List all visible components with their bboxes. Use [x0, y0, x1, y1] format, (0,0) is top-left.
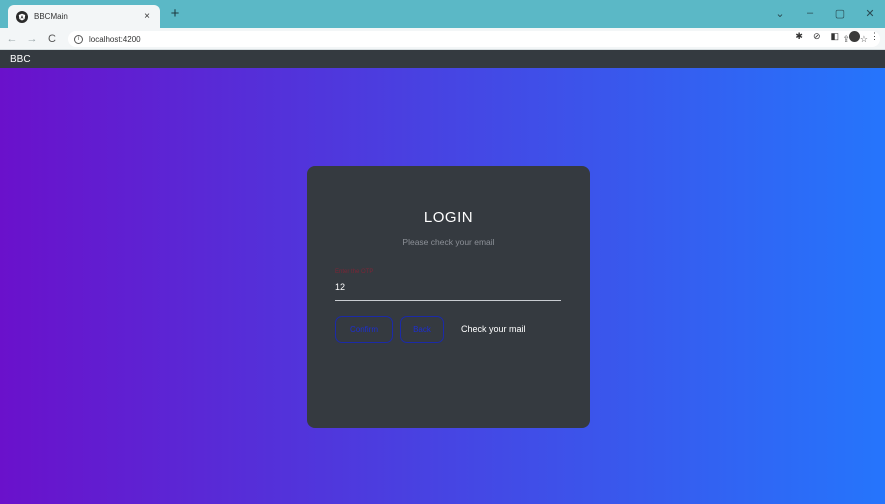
login-title: LOGIN: [423, 209, 474, 226]
otp-input[interactable]: [335, 280, 561, 294]
login-subtitle: Please check your email: [402, 237, 495, 247]
forward-arrow-icon[interactable]: →: [24, 33, 40, 45]
brand-logo[interactable]: BBC: [10, 54, 31, 65]
extension-icons: ✱ ⊘ ◧ ⋮: [795, 31, 879, 42]
otp-label: Enter the OTP: [335, 269, 374, 275]
browser-tab[interactable]: BBCMain ×: [8, 5, 160, 28]
tab-title: BBCMain: [34, 12, 68, 21]
login-card: LOGIN Please check your email Enter the …: [307, 166, 590, 428]
confirm-button[interactable]: Confirm: [335, 316, 393, 343]
window-controls: ⌄ – ▢ ✕: [765, 4, 885, 22]
site-info-icon[interactable]: i: [74, 34, 83, 44]
tab-close-icon[interactable]: ×: [142, 11, 152, 22]
minimize-icon[interactable]: –: [795, 7, 825, 19]
address-bar[interactable]: i localhost:4200 ⇪ ☆: [68, 31, 880, 47]
status-message: Check your mail: [461, 324, 526, 334]
browser-tab-strip: BBCMain × + ⌄ – ▢ ✕: [0, 0, 885, 28]
angular-favicon-icon: [16, 10, 28, 23]
back-arrow-icon[interactable]: ←: [4, 33, 20, 45]
browser-toolbar: ← → C i localhost:4200 ⇪ ☆ ✱ ⊘ ◧ ⋮: [0, 28, 885, 50]
tab-search-icon[interactable]: ⌄: [765, 7, 795, 20]
otp-field: Enter the OTP: [335, 269, 561, 301]
profile-avatar[interactable]: [849, 31, 860, 42]
reload-icon[interactable]: C: [44, 33, 60, 45]
main-background: LOGIN Please check your email Enter the …: [0, 68, 885, 504]
extension-puzzle-icon[interactable]: ✱: [795, 31, 803, 42]
back-button[interactable]: Back: [400, 316, 444, 343]
extension-icon[interactable]: ⊘: [813, 31, 821, 42]
app-navbar: BBC: [0, 50, 885, 68]
menu-dots-icon[interactable]: ⋮: [870, 31, 879, 42]
new-tab-button[interactable]: +: [167, 6, 183, 22]
side-panel-icon[interactable]: ◧: [830, 31, 839, 42]
close-window-icon[interactable]: ✕: [855, 7, 885, 20]
url-text[interactable]: localhost:4200: [89, 35, 842, 44]
restore-icon[interactable]: ▢: [825, 7, 855, 20]
